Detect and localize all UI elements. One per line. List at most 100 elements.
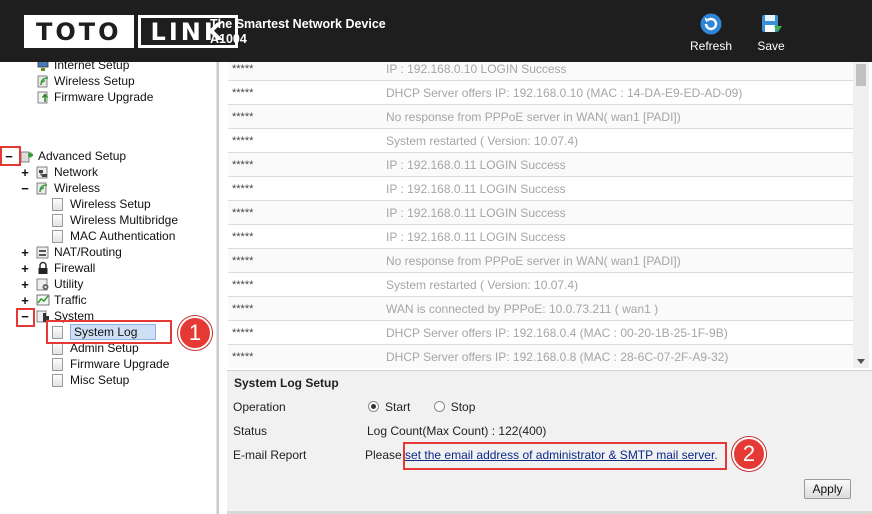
upgrade-icon [36, 90, 50, 104]
start-radio[interactable] [368, 401, 379, 412]
tree-item-wireless-multibridge[interactable]: Wireless Multibridge [52, 212, 178, 228]
log-user-cell: ***** [232, 62, 254, 75]
annotation-highlight-advanced-toggle [0, 146, 21, 166]
log-row: ***** DHCP Server offers IP: 192.168.0.4 … [228, 321, 853, 345]
log-message-cell: WAN is connected by PPPoE: 10.0.73.211 (… [386, 301, 659, 316]
apply-button[interactable]: Apply [804, 479, 851, 499]
tree-item-nat-routing[interactable]: NAT/Routing [36, 244, 122, 260]
log-user-cell: ***** [232, 230, 254, 243]
tree-item-wireless[interactable]: Wireless [36, 180, 100, 196]
navigation-tree: Internet Setup Wireless Setup Firmware U… [0, 62, 216, 514]
log-user-cell: ***** [232, 206, 254, 219]
tree-item-internet-setup[interactable]: Internet Setup [36, 62, 129, 73]
log-user-cell: ***** [232, 350, 254, 363]
stop-radio-option[interactable]: Stop [433, 400, 475, 414]
tree-item-label: Network [54, 165, 99, 179]
totolink-logo: TOTO LINK [24, 15, 239, 48]
stop-radio[interactable] [433, 401, 445, 412]
tree-item-advanced-setup[interactable]: Advanced Setup [20, 148, 126, 164]
log-row: ***** WAN is connected by PPPoE: 10.0.73.… [228, 297, 853, 321]
log-row: ***** No response from PPPoE server in WA… [228, 249, 853, 273]
log-row: ***** IP : 192.168.0.10 LOGIN Success [228, 62, 853, 81]
log-user-cell: ***** [232, 326, 254, 339]
log-row: ***** DHCP Server offers IP: 192.168.0.8 … [228, 345, 853, 368]
log-message-cell: IP : 192.168.0.10 LOGIN Success [386, 62, 567, 76]
log-message-cell: DHCP Server offers IP: 192.168.0.10 (MAC… [386, 85, 743, 100]
log-row: ***** System restarted ( Version: 10.07.4… [228, 273, 853, 297]
tree-item-label: Wireless [54, 181, 101, 195]
tree-item-label: Traffic [54, 293, 87, 307]
log-row: ***** No response from PPPoE server in WA… [228, 105, 853, 129]
advanced-setup-icon [20, 149, 34, 163]
scroll-down-arrow-icon[interactable] [857, 359, 865, 364]
log-row: ***** DHCP Server offers IP: 192.168.0.10… [228, 81, 853, 105]
wireless-icon [36, 74, 50, 88]
save-label: Save [757, 39, 785, 53]
status-value: Log Count(Max Count) : 122(400) [367, 424, 547, 438]
network-expand-toggle[interactable]: + [20, 166, 30, 180]
nat-routing-expand-toggle[interactable]: + [20, 246, 30, 260]
tree-item-network[interactable]: Network [36, 164, 98, 180]
utility-icon [36, 277, 50, 291]
tree-item-utility[interactable]: Utility [36, 276, 83, 292]
refresh-button[interactable]: Refresh [681, 12, 741, 53]
page-icon [52, 197, 63, 211]
lock-icon [36, 261, 50, 275]
tree-item-label: NAT/Routing [54, 245, 122, 259]
tree-item-label: Firmware Upgrade [54, 90, 154, 104]
tree-item-label: Wireless Multibridge [70, 213, 179, 227]
log-scrollbar[interactable] [853, 62, 869, 368]
annotation-badge-2: 2 [732, 437, 766, 471]
annotation-badge-1: 1 [178, 316, 212, 350]
tree-item-wireless-setup-top[interactable]: Wireless Setup [36, 73, 135, 89]
log-user-cell: ***** [232, 254, 254, 267]
status-label: Status [233, 424, 268, 438]
tree-item-wireless-setup[interactable]: Wireless Setup [52, 196, 151, 212]
log-user-cell: ***** [232, 134, 254, 147]
log-message-cell: System restarted ( Version: 10.07.4) [386, 277, 579, 292]
refresh-icon [700, 13, 722, 35]
log-message-cell: IP : 192.168.0.11 LOGIN Success [386, 181, 566, 196]
header-tagline: The Smartest Network Device A1004 [210, 17, 386, 47]
tree-item-label: MAC Authentication [70, 229, 176, 243]
system-log-panel: ***** IP : 192.168.0.10 LOGIN Success ****… [219, 62, 872, 368]
log-message-cell: No response from PPPoE server in WAN( wa… [386, 109, 681, 124]
email-prefix: Please [365, 448, 402, 462]
tree-item-mac-authentication[interactable]: MAC Authentication [52, 228, 175, 244]
logo-word-toto: TOTO [24, 15, 134, 48]
log-row: ***** System restarted ( Version: 10.07.4… [228, 129, 853, 153]
scrollbar-thumb[interactable] [856, 64, 866, 86]
save-icon [762, 15, 782, 32]
utility-expand-toggle[interactable]: + [20, 278, 30, 292]
log-row: ***** IP : 192.168.0.11 LOGIN Success [228, 201, 853, 225]
page-icon [52, 229, 63, 243]
tree-item-firewall[interactable]: Firewall [36, 260, 95, 276]
tree-item-firmware-upgrade[interactable]: Firmware Upgrade [52, 356, 169, 372]
tree-item-misc-setup[interactable]: Misc Setup [52, 372, 129, 388]
wireless-collapse-toggle[interactable]: − [20, 182, 30, 196]
tree-item-label: Utility [54, 277, 84, 291]
log-user-cell: ***** [232, 110, 254, 123]
tree-item-label: Firmware Upgrade [70, 357, 170, 371]
save-button[interactable]: Save [741, 12, 801, 53]
log-message-cell: DHCP Server offers IP: 192.168.0.4 (MAC … [386, 325, 728, 340]
firewall-expand-toggle[interactable]: + [20, 262, 30, 276]
traffic-expand-toggle[interactable]: + [20, 294, 30, 308]
log-row: ***** IP : 192.168.0.11 LOGIN Success [228, 177, 853, 201]
traffic-chart-icon [36, 293, 50, 307]
tree-item-label: Wireless Setup [70, 197, 151, 211]
annotation-highlight-email-link [403, 442, 727, 470]
log-message-cell: IP : 192.168.0.11 LOGIN Success [386, 205, 566, 220]
routing-icon [36, 245, 50, 259]
log-user-cell: ***** [232, 158, 254, 171]
tree-item-firmware-upgrade-top[interactable]: Firmware Upgrade [36, 89, 153, 105]
log-user-cell: ***** [232, 86, 254, 99]
tree-item-traffic[interactable]: Traffic [36, 292, 87, 308]
tree-item-label: Advanced Setup [38, 149, 127, 163]
start-radio-option[interactable]: Start [368, 400, 414, 414]
model-name: A1004 [210, 32, 247, 46]
log-user-cell: ***** [232, 302, 254, 315]
wireless-icon [36, 181, 50, 195]
log-message-cell: IP : 192.168.0.11 LOGIN Success [386, 229, 566, 244]
monitor-icon [36, 62, 50, 72]
